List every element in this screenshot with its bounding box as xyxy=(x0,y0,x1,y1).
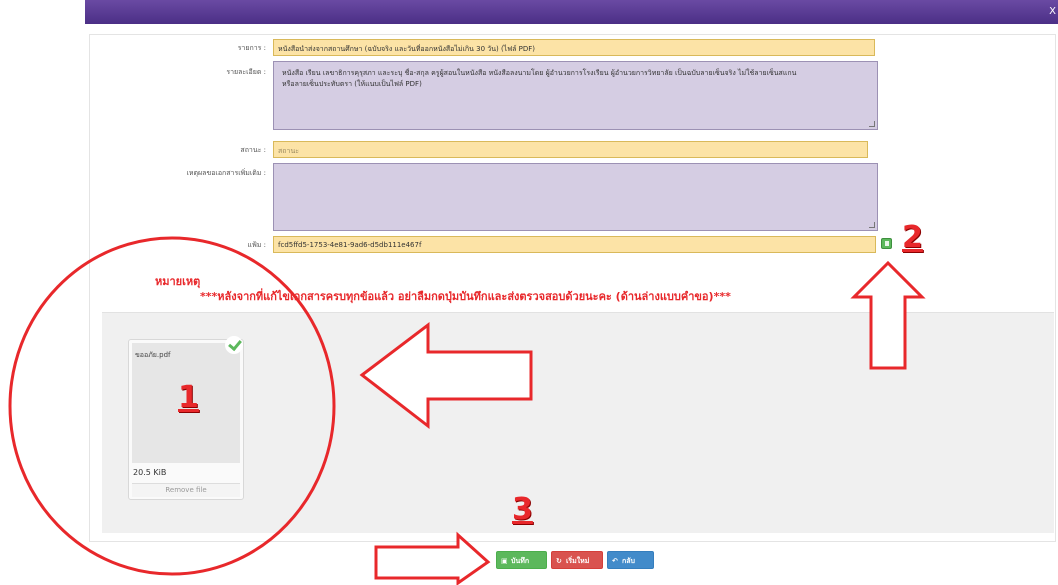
annotation-circle xyxy=(8,236,336,576)
annotation-overlay xyxy=(8,236,926,585)
save-button[interactable]: ▣ บันทึก xyxy=(496,551,547,569)
save-icon: ▣ xyxy=(501,557,508,565)
right-arrow-icon xyxy=(374,531,491,585)
back-label: กลับ xyxy=(622,557,635,565)
up-arrow-icon xyxy=(850,260,926,370)
back-icon: ↶ xyxy=(612,557,618,565)
reset-button[interactable]: ↻ เริ่มใหม่ xyxy=(551,551,603,569)
page: X รายการ : หนังสือนำส่งจากสถานศึกษา (ฉบั… xyxy=(0,0,1058,585)
reset-label: เริ่มใหม่ xyxy=(566,557,590,565)
refresh-icon: ↻ xyxy=(556,557,562,565)
left-arrow-icon xyxy=(359,321,533,430)
save-label: บันทึก xyxy=(511,557,530,565)
back-button[interactable]: ↶ กลับ xyxy=(607,551,654,569)
